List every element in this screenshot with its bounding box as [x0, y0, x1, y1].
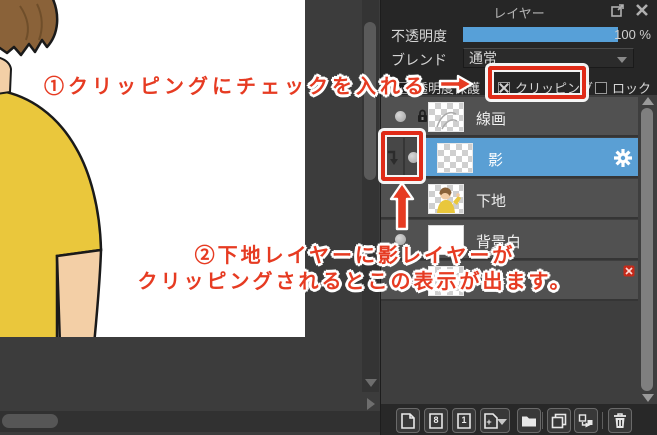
character-mini: [437, 187, 461, 213]
scroll-up-icon[interactable]: [642, 97, 654, 105]
scroll-down-icon[interactable]: [365, 379, 377, 387]
opacity-label: 不透明度: [391, 28, 447, 44]
1bit-badge: 1: [461, 415, 467, 425]
chevron-down-icon: [617, 57, 627, 63]
annotation-step1-text: ①クリッピングにチェックを入れる: [44, 76, 428, 98]
layer-name: 線画: [476, 111, 507, 128]
visibility-eye-icon[interactable]: [395, 111, 406, 122]
duplicate-layer-button[interactable]: [547, 408, 571, 433]
layer-thumbnail[interactable]: [428, 184, 464, 214]
scroll-right-icon[interactable]: [367, 398, 375, 410]
chevron-down-icon: [497, 419, 507, 425]
new-layer-button[interactable]: [396, 408, 420, 433]
annotation-arrow-up: [389, 181, 415, 231]
annotation-arrow-right: [438, 74, 474, 94]
layer-row-shitaji[interactable]: 下地: [381, 179, 638, 219]
scroll-down-icon[interactable]: [642, 394, 654, 402]
blend-mode-value: 通常: [469, 50, 497, 66]
toolbar-divider: [602, 412, 603, 429]
new-1bit-layer-button[interactable]: 1: [452, 408, 476, 433]
delete-layer-button[interactable]: [608, 408, 632, 433]
canvas-area: [0, 0, 380, 435]
annotation-step2-line2: クリッピングされるとこの表示が出ます。: [137, 271, 573, 293]
layer-toolbar: 8 1 +: [381, 404, 657, 435]
checkbox-icon: [595, 81, 607, 94]
layer-settings-gear-icon[interactable]: [613, 148, 633, 168]
annotation-step2: ②下地レイヤーに影レイヤーが クリッピングされるとこの表示が出ます。: [30, 243, 657, 295]
lineart-sketch: [436, 111, 458, 130]
new-8bit-layer-button[interactable]: 8: [424, 408, 448, 433]
annotation-step2-line1: ②下地レイヤーに影レイヤーが: [194, 245, 516, 267]
8bit-badge: 8: [433, 415, 439, 425]
lock-icon: [418, 109, 427, 122]
annotation-box-clipping: [488, 66, 586, 99]
canvas-horizontal-scrollbar[interactable]: [0, 411, 380, 432]
opacity-value: 100 %: [614, 27, 651, 42]
blend-label: ブレンド: [391, 52, 447, 68]
canvas-vertical-scrollbar[interactable]: [362, 0, 379, 392]
add-layer-menu-button[interactable]: +: [480, 408, 510, 433]
new-folder-button[interactable]: [517, 408, 541, 433]
layer-thumbnail[interactable]: [428, 102, 464, 132]
canvas-vertical-scrollbar-thumb[interactable]: [364, 22, 376, 180]
toolbar-divider: [542, 412, 543, 429]
layer-name: 下地: [476, 193, 507, 210]
popout-panel-icon[interactable]: [611, 3, 625, 17]
annotation-box-clip-indicator: [381, 131, 423, 181]
merge-layer-button[interactable]: [574, 408, 598, 433]
blend-mode-dropdown[interactable]: 通常: [463, 48, 634, 68]
app-window: レイヤー 不透明度 100 % ブレンド 通常 透明度保護 クリッピング ロック…: [0, 0, 657, 435]
layer-thumbnail[interactable]: [437, 143, 473, 173]
close-panel-icon[interactable]: [635, 3, 649, 17]
canvas-horizontal-scrollbar-thumb[interactable]: [2, 414, 58, 428]
layer-name: 影: [488, 152, 504, 169]
